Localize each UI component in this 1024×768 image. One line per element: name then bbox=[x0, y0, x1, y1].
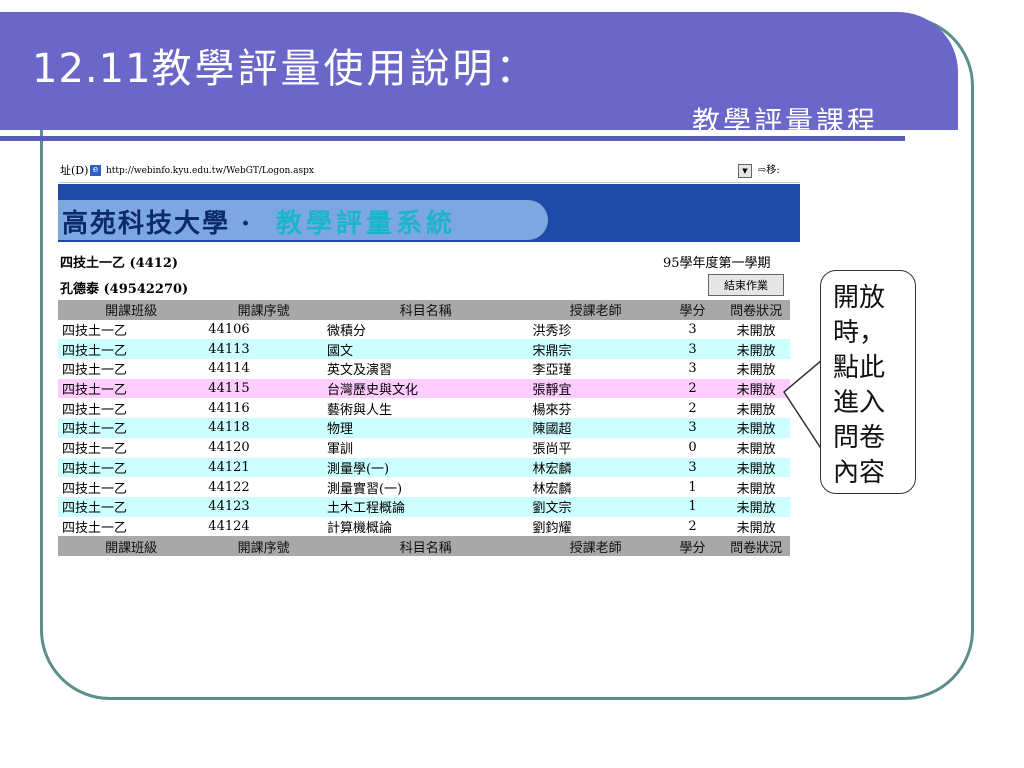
callout-line: 點此 bbox=[833, 353, 886, 383]
callout-line: 進入 bbox=[833, 388, 886, 418]
callout-line: 問卷 bbox=[833, 423, 886, 453]
callout-line: 時， bbox=[833, 318, 886, 348]
callout-line: 開放 bbox=[833, 283, 886, 313]
callout-line: 內容 bbox=[833, 458, 886, 488]
instruction-callout: 開放時， 點此進入問卷內容 bbox=[820, 270, 916, 494]
